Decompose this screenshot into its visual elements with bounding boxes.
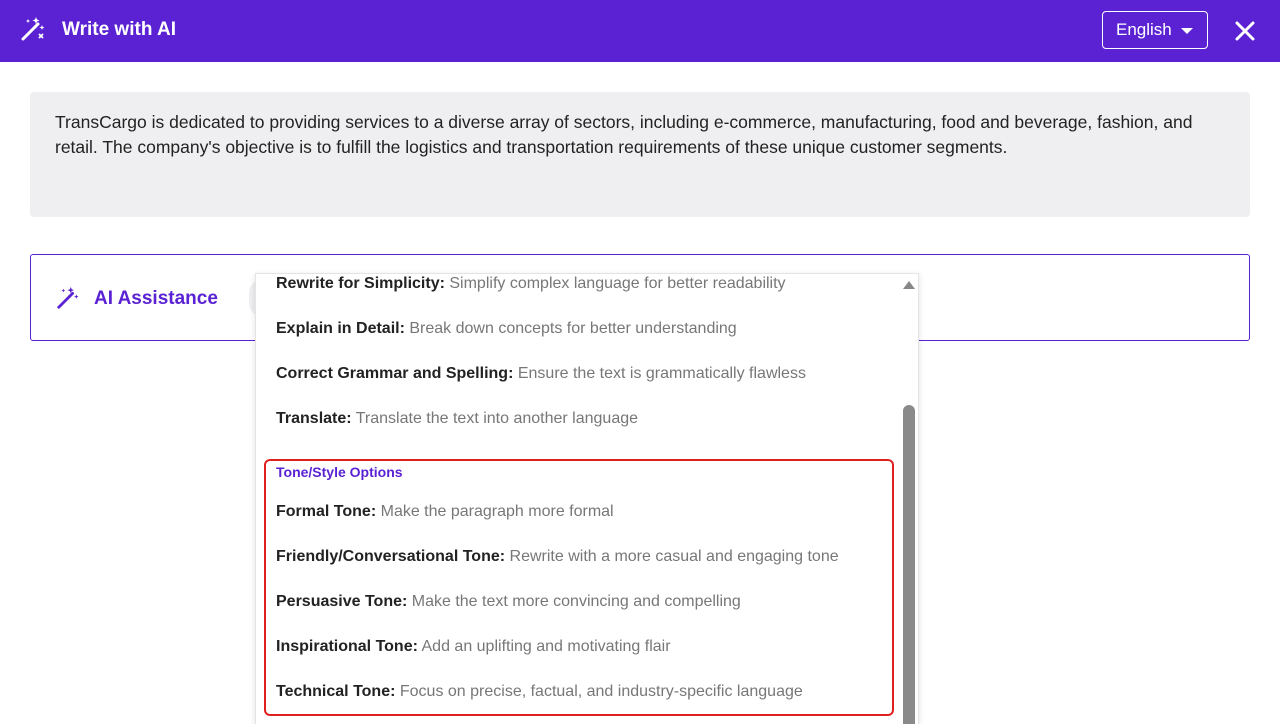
ai-assistance-label: AI Assistance bbox=[94, 288, 218, 309]
source-text: TransCargo is dedicated to providing ser… bbox=[55, 112, 1193, 157]
header-bar: Write with AI English bbox=[0, 0, 1280, 62]
list-item-inspirational-tone[interactable]: Inspirational Tone: Add an uplifting and… bbox=[276, 638, 671, 656]
ai-options-dropdown: Rewrite for Simplicity: Simplify complex… bbox=[255, 273, 919, 724]
tone-group-label: Tone/Style Options bbox=[276, 464, 403, 480]
list-item-rewrite-simplicity[interactable]: Rewrite for Simplicity: Simplify complex… bbox=[276, 275, 786, 293]
magic-wand-icon bbox=[57, 286, 79, 309]
dialog-title: Write with AI bbox=[62, 19, 176, 40]
list-item-formal-tone[interactable]: Formal Tone: Make the paragraph more for… bbox=[276, 503, 614, 521]
source-text-box[interactable]: TransCargo is dedicated to providing ser… bbox=[30, 92, 1250, 217]
scroll-up-arrow-icon[interactable] bbox=[903, 281, 915, 289]
list-item-technical-tone[interactable]: Technical Tone: Focus on precise, factua… bbox=[276, 683, 803, 701]
list-item-persuasive-tone[interactable]: Persuasive Tone: Make the text more conv… bbox=[276, 593, 741, 611]
language-select-value: English bbox=[1116, 20, 1172, 39]
magic-wand-icon bbox=[21, 17, 45, 41]
scrollbar-thumb[interactable] bbox=[903, 405, 915, 724]
chevron-down-icon bbox=[1181, 28, 1193, 34]
language-select[interactable]: English bbox=[1102, 11, 1208, 49]
list-item-translate[interactable]: Translate: Translate the text into anoth… bbox=[276, 410, 638, 428]
close-icon[interactable] bbox=[1232, 18, 1258, 44]
list-item-correct-grammar[interactable]: Correct Grammar and Spelling: Ensure the… bbox=[276, 365, 806, 383]
list-item-explain-detail[interactable]: Explain in Detail: Break down concepts f… bbox=[276, 320, 737, 338]
list-item-friendly-tone[interactable]: Friendly/Conversational Tone: Rewrite wi… bbox=[276, 548, 839, 566]
tone-options-highlight bbox=[264, 459, 894, 716]
